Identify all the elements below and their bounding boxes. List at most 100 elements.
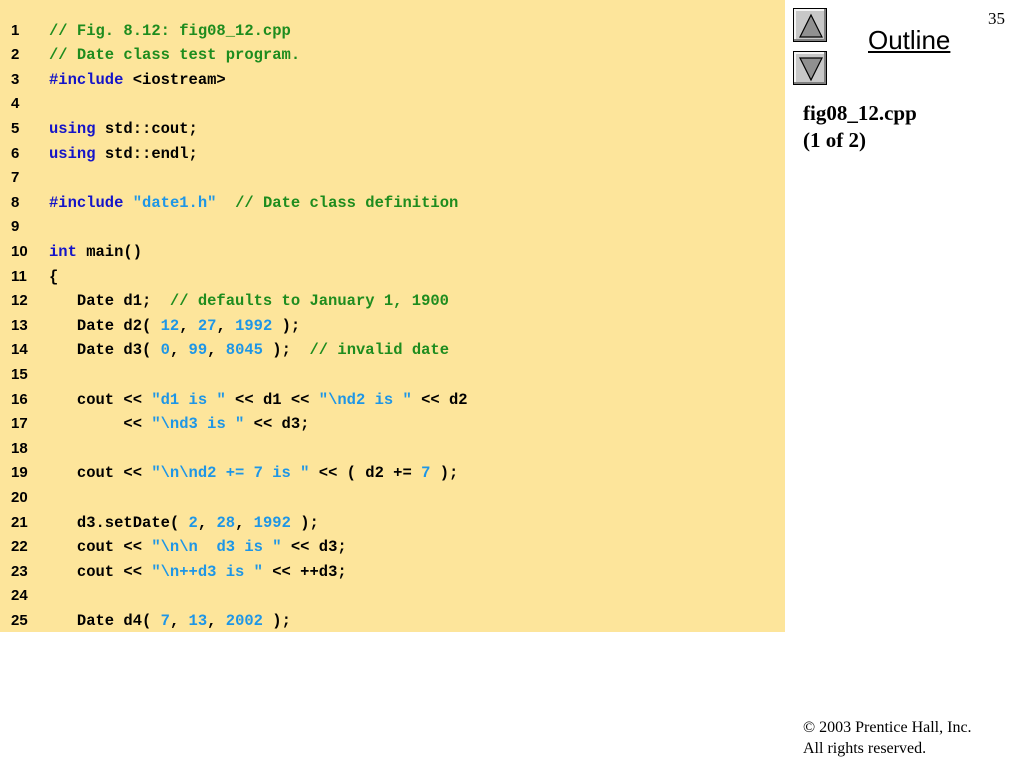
- line-number: 10: [11, 242, 28, 260]
- previous-slide-button[interactable]: [793, 8, 827, 42]
- code-token-plain: ,: [207, 611, 226, 630]
- code-token-plain: Date d4(: [49, 611, 161, 630]
- code-token-plain: std::cout;: [95, 119, 198, 138]
- code-line: 2 // Date class test program.: [0, 43, 785, 68]
- code-token-plain: d3.setDate(: [49, 513, 189, 532]
- code-token-plain: << ++d3;: [262, 562, 347, 581]
- code-text: int main(): [49, 240, 142, 265]
- code-line: 22 cout << "\n\n d3 is " << d3;: [0, 535, 785, 560]
- code-token-plain: );: [290, 513, 319, 532]
- code-text: Date d1; // defaults to January 1, 1900: [49, 289, 449, 314]
- code-text: using std::cout;: [49, 117, 198, 142]
- code-line: 6 using std::endl;: [0, 142, 785, 167]
- triangle-up-icon: [799, 13, 823, 38]
- code-token-number: 0: [160, 341, 170, 360]
- code-line: 21 d3.setDate( 2, 28, 1992 );: [0, 511, 785, 536]
- code-token-plain: );: [262, 341, 310, 360]
- line-number: 8: [11, 193, 20, 211]
- code-token-number: 7: [160, 611, 170, 630]
- line-number: 22: [11, 538, 28, 556]
- code-line: 15: [0, 363, 785, 388]
- line-number: 16: [11, 390, 28, 408]
- code-token-number: 2002: [225, 611, 263, 630]
- code-line: 16 cout << "d1 is " << d1 << "\nd2 is " …: [0, 388, 785, 413]
- copyright-notice: © 2003 Prentice Hall, Inc. All rights re…: [803, 717, 972, 759]
- line-number: 25: [11, 611, 28, 629]
- next-slide-button[interactable]: [793, 51, 827, 85]
- line-number: 23: [11, 562, 28, 580]
- line-number: 9: [11, 218, 20, 236]
- code-token-plain: << d3;: [244, 415, 310, 434]
- code-token-comment: // Date class test program.: [49, 46, 301, 65]
- code-token-number: 2: [188, 513, 198, 532]
- code-token-string: "\nd3 is ": [151, 415, 245, 434]
- code-token-plain: ,: [207, 341, 226, 360]
- line-number: 21: [11, 513, 28, 531]
- line-number: 24: [11, 587, 28, 605]
- outline-link[interactable]: Outline: [868, 25, 950, 56]
- code-text: cout << "\n\nd2 += 7 is " << ( d2 += 7 )…: [49, 461, 458, 486]
- code-line: 17 << "\nd3 is " << d3;: [0, 412, 785, 437]
- code-text: // Date class test program.: [49, 43, 300, 68]
- code-token-string: "\n\nd2 += 7 is ": [151, 464, 310, 483]
- code-token-string: "\n\n d3 is ": [151, 538, 282, 557]
- code-token-comment: // defaults to January 1, 1900: [169, 292, 449, 311]
- code-text: d3.setDate( 2, 28, 1992 );: [49, 511, 319, 536]
- code-line: 11 {: [0, 265, 785, 290]
- code-token-string: "d1 is ": [151, 390, 226, 409]
- line-number: 5: [11, 119, 20, 137]
- code-token-plain: cout <<: [49, 562, 152, 581]
- line-number: 19: [11, 464, 28, 482]
- code-token-plain: );: [430, 464, 459, 483]
- copyright-text: © 2003 Prentice Hall, Inc.: [803, 719, 972, 736]
- code-line: 1 // Fig. 8.12: fig08_12.cpp: [0, 19, 785, 44]
- code-token-plain: ,: [179, 316, 198, 335]
- code-token-number: 28: [216, 513, 236, 532]
- code-line: 3 #include <iostream>: [0, 68, 785, 93]
- line-number: 12: [11, 292, 28, 310]
- line-number: 11: [11, 267, 27, 285]
- code-token-plain: Date d1;: [49, 292, 170, 311]
- line-number: 18: [11, 439, 28, 457]
- code-text: cout << "\n\n d3 is " << d3;: [49, 535, 347, 560]
- code-token-plain: Date d2(: [49, 316, 161, 335]
- code-token-number: 12: [160, 316, 180, 335]
- code-token-keyword: int: [49, 242, 77, 261]
- code-token-string: "date1.h": [132, 193, 217, 212]
- line-number: 13: [11, 316, 28, 334]
- code-token-plain: << ( d2 +=: [309, 464, 422, 483]
- code-token-plain: << d2: [411, 390, 468, 409]
- code-line: 19 cout << "\n\nd2 += 7 is " << ( d2 += …: [0, 461, 785, 486]
- code-line: 8 #include "date1.h" // Date class defini…: [0, 191, 785, 216]
- code-token-plain: Date d3(: [49, 341, 161, 360]
- line-number: 6: [11, 144, 20, 162]
- code-text: #include "date1.h" // Date class definit…: [49, 191, 458, 216]
- code-text: cout << "\n++d3 is " << ++d3;: [49, 560, 347, 585]
- code-text: {: [49, 265, 58, 290]
- code-text: << "\nd3 is " << d3;: [49, 412, 309, 437]
- code-token-number: 1992: [235, 316, 273, 335]
- code-token-number: 13: [188, 611, 208, 630]
- code-token-number: 1992: [253, 513, 291, 532]
- code-token-plain: << d1 <<: [225, 390, 319, 409]
- code-line: 23 cout << "\n++d3 is " << ++d3;: [0, 560, 785, 585]
- code-line: 20: [0, 486, 785, 511]
- code-token-plain: std::endl;: [95, 144, 198, 163]
- code-line: 12 Date d1; // defaults to January 1, 19…: [0, 289, 785, 314]
- code-token-keyword: #include: [49, 70, 124, 89]
- code-line: 13 Date d2( 12, 27, 1992 );: [0, 314, 785, 339]
- code-token-plain: cout <<: [49, 390, 152, 409]
- code-text: Date d4( 7, 13, 2002 );: [49, 609, 291, 634]
- code-token-keyword: using: [49, 144, 96, 163]
- code-token-plain: cout <<: [49, 538, 152, 557]
- code-line: 18: [0, 437, 785, 462]
- line-number: 3: [11, 70, 20, 88]
- code-token-plain: ,: [197, 513, 217, 532]
- code-line: 5 using std::cout;: [0, 117, 785, 142]
- code-token-number: 99: [188, 341, 208, 360]
- code-line: 24: [0, 584, 785, 609]
- triangle-down-icon: [799, 57, 823, 82]
- code-token-plain: <<: [49, 415, 152, 434]
